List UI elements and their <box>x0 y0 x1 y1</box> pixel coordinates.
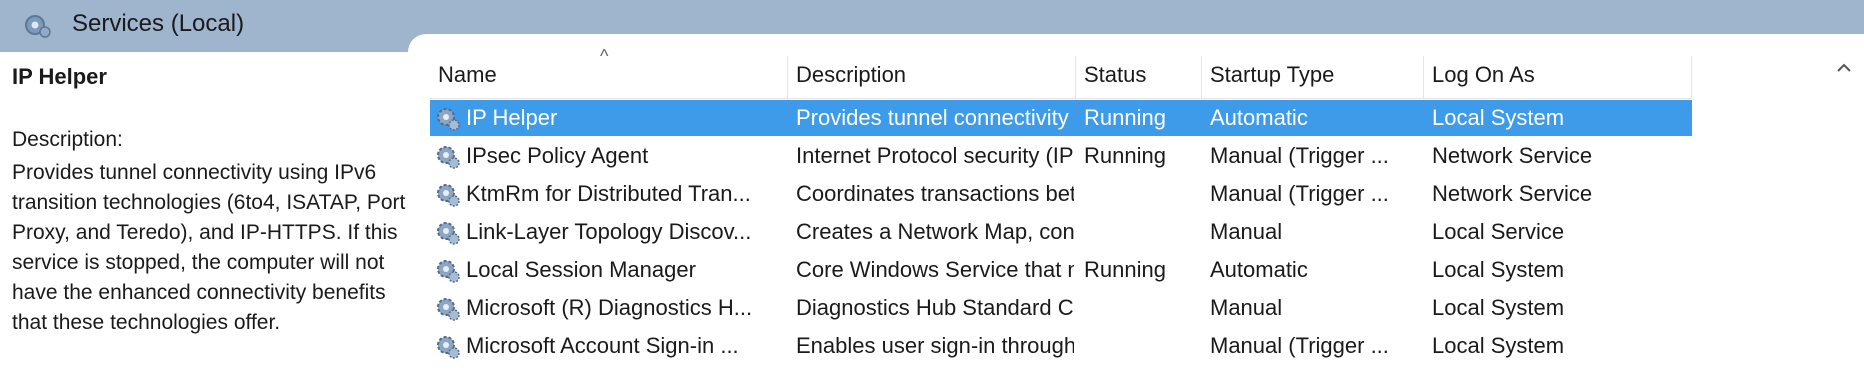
scroll-up-arrow-icon[interactable] <box>1834 58 1854 78</box>
service-startup-cell: Manual (Trigger ... <box>1210 181 1389 206</box>
service-gear-icon <box>437 146 460 169</box>
table-row[interactable]: Microsoft (R) Diagnostics H... Diagnosti… <box>430 290 1692 326</box>
service-gear-icon <box>437 298 460 321</box>
description-label: Description: <box>12 128 123 151</box>
service-gear-icon <box>437 222 460 245</box>
service-status-cell <box>1084 328 1200 364</box>
service-name-cell: Microsoft Account Sign-in ... <box>466 333 739 358</box>
column-header-status[interactable]: Status <box>1076 56 1202 98</box>
service-gear-icon <box>437 260 460 283</box>
service-description-cell: Internet Protocol security (IPs... <box>796 143 1074 168</box>
service-name-cell: Microsoft (R) Diagnostics H... <box>466 295 753 320</box>
service-name-cell: Local Session Manager <box>466 257 696 282</box>
column-header-log-on-as[interactable]: Log On As <box>1424 56 1692 98</box>
service-description-cell: Provides tunnel connectivity ... <box>796 105 1074 130</box>
service-startup-cell: Automatic <box>1210 257 1308 282</box>
table-row[interactable]: Local Session Manager Core Windows Servi… <box>430 252 1692 288</box>
service-status-cell <box>1084 214 1200 250</box>
service-name-cell: Link-Layer Topology Discov... <box>466 219 752 244</box>
service-startup-cell: Manual (Trigger ... <box>1210 333 1389 358</box>
table-row[interactable]: IP Helper Provides tunnel connectivity .… <box>430 100 1692 136</box>
service-logon-cell: Local System <box>1432 333 1565 358</box>
service-gear-icon <box>437 336 460 359</box>
service-description-cell: Creates a Network Map, cons... <box>796 219 1074 244</box>
service-logon-cell: Local Service <box>1432 219 1565 244</box>
description-text: Provides tunnel connectivity using IPv6 … <box>12 161 406 334</box>
service-startup-cell: Manual <box>1210 219 1283 244</box>
column-header-name[interactable]: Name <box>430 56 788 98</box>
table-row[interactable]: Link-Layer Topology Discov... Creates a … <box>430 214 1692 250</box>
details-pane: IP Helper Description: Provides tunnel c… <box>0 52 410 370</box>
service-description-cell: Core Windows Service that m... <box>796 257 1074 282</box>
service-logon-cell: Local System <box>1432 105 1565 130</box>
service-status-cell <box>1084 176 1200 212</box>
service-startup-cell: Automatic <box>1210 105 1308 130</box>
service-name-cell: IPsec Policy Agent <box>466 143 649 168</box>
column-header-startup-type[interactable]: Startup Type <box>1202 56 1424 98</box>
services-gear-icon <box>25 15 51 38</box>
window-title: Services (Local) <box>72 10 245 37</box>
service-name-cell: IP Helper <box>466 105 558 130</box>
service-description-cell: Diagnostics Hub Standard Co... <box>796 295 1074 320</box>
table-row[interactable]: IPsec Policy Agent Internet Protocol sec… <box>430 138 1692 174</box>
service-startup-cell: Manual <box>1210 295 1283 320</box>
service-gear-icon <box>437 184 460 207</box>
service-logon-cell: Network Service <box>1432 181 1593 206</box>
table-header: Name Description Status Startup Type Log… <box>430 56 1692 99</box>
service-name-cell: KtmRm for Distributed Tran... <box>466 181 751 206</box>
service-description-cell: Enables user sign-in through ... <box>796 333 1074 358</box>
service-logon-cell: Network Service <box>1432 143 1593 168</box>
service-logon-cell: Local System <box>1432 295 1565 320</box>
service-gear-icon <box>437 108 460 131</box>
service-status-cell: Running <box>1084 105 1166 130</box>
service-logon-cell: Local System <box>1432 257 1565 282</box>
selected-service-name: IP Helper <box>12 64 107 89</box>
service-description-cell: Coordinates transactions bet... <box>796 181 1074 206</box>
column-header-description[interactable]: Description <box>788 56 1076 98</box>
service-status-cell: Running <box>1084 143 1166 168</box>
service-status-cell <box>1084 290 1200 326</box>
service-status-cell: Running <box>1084 257 1166 282</box>
table-row[interactable]: KtmRm for Distributed Tran... Coordinate… <box>430 176 1692 212</box>
table-row[interactable]: Microsoft Account Sign-in ... Enables us… <box>430 328 1692 364</box>
service-startup-cell: Manual (Trigger ... <box>1210 143 1389 168</box>
